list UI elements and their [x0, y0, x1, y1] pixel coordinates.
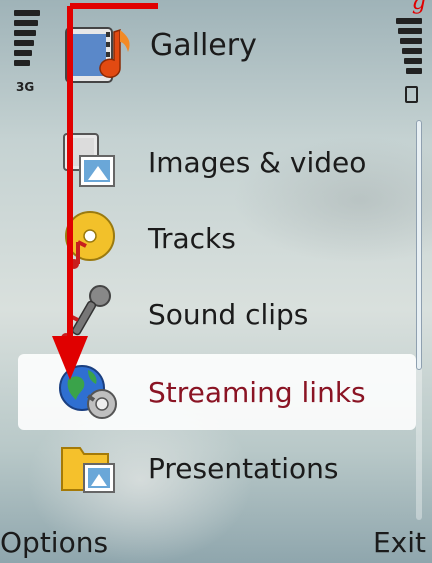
exit-softkey[interactable]: Exit [373, 526, 426, 559]
options-softkey[interactable]: Options [0, 526, 108, 559]
phone-screen: g 3G Gallery Images & video Tracks Sound… [0, 0, 432, 563]
softkey-bar: Options Exit [0, 523, 432, 563]
annotation-arrow [52, 3, 158, 380]
